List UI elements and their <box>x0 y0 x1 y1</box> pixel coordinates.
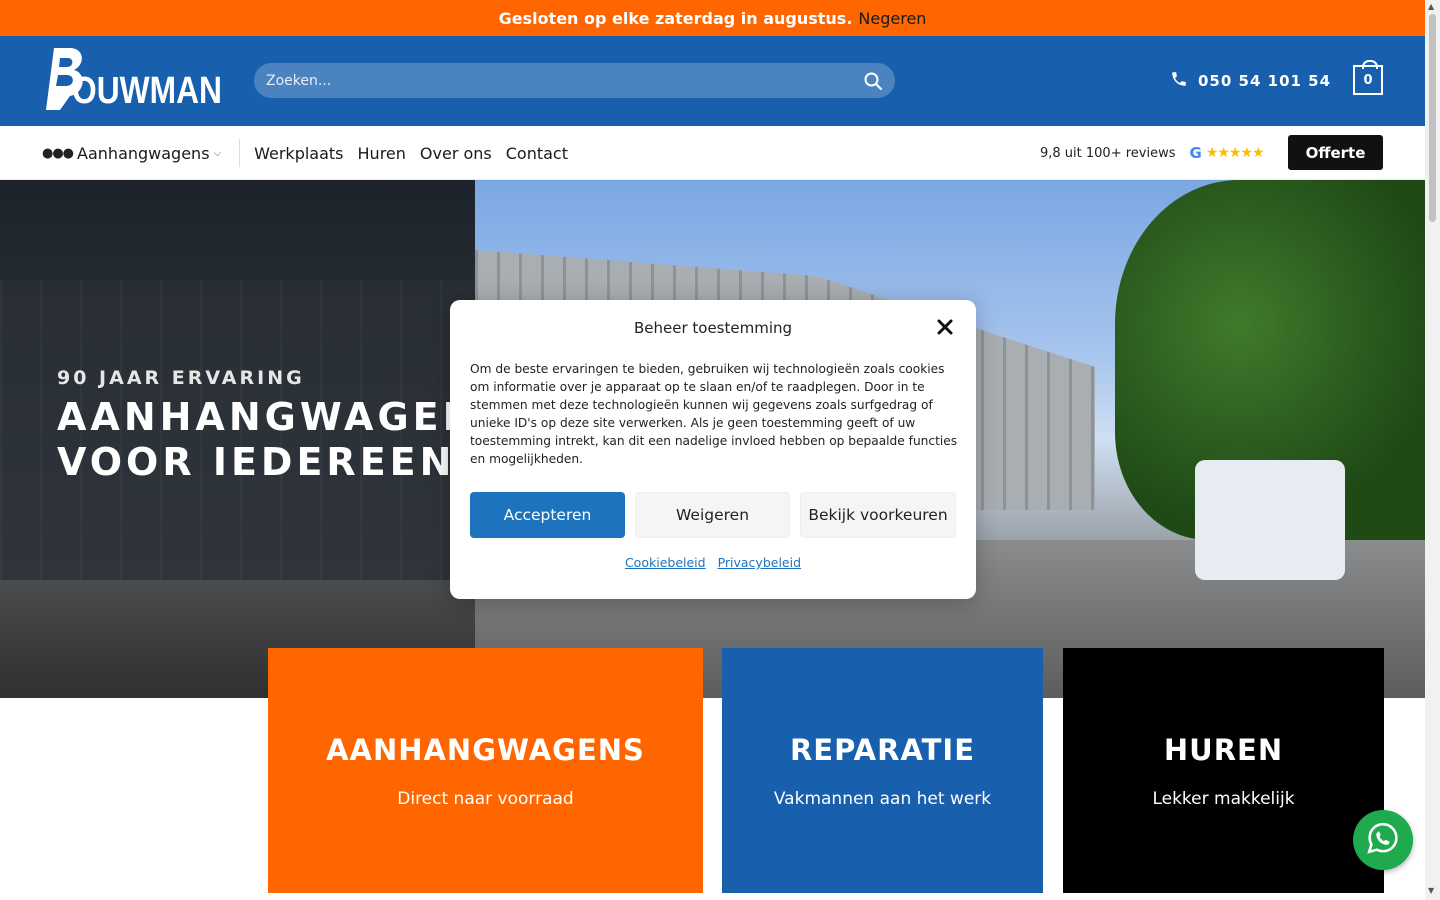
nav-item-huren[interactable]: Huren <box>358 144 406 163</box>
phone-number: 050 54 101 54 <box>1198 72 1332 90</box>
privacy-policy-link[interactable]: Privacybeleid <box>718 555 801 570</box>
announcement-bar: Gesloten op elke zaterdag in augustus. N… <box>0 0 1425 36</box>
category-title: AANHANGWAGENS <box>326 733 645 767</box>
phone-link[interactable]: 050 54 101 54 <box>1170 70 1331 92</box>
phone-icon <box>1170 70 1188 92</box>
cart-count: 0 <box>1363 72 1373 88</box>
page-scrollbar[interactable]: ▲ ▼ <box>1425 0 1440 900</box>
rating-stars: ★★★★★ <box>1205 145 1265 161</box>
hero-title-line2: VOOR IEDEREEN <box>57 440 456 484</box>
main-navigation: ●●● Aanhangwagens ⌵ Werkplaats Huren Ove… <box>0 126 1425 180</box>
category-card-aanhangwagens[interactable]: AANHANGWAGENS Direct naar voorraad <box>268 648 703 893</box>
hero-kicker: 90 JAAR ERVARING <box>57 367 305 389</box>
search-bar[interactable] <box>254 63 895 98</box>
cart-button[interactable]: 0 <box>1353 60 1383 95</box>
whatsapp-button[interactable] <box>1353 810 1413 870</box>
accept-button[interactable]: Accepteren <box>470 492 625 538</box>
dismiss-announcement-link[interactable]: Negeren <box>858 9 926 28</box>
cookie-consent-modal: Beheer toestemming Om de beste ervaringe… <box>450 300 976 599</box>
modal-title: Beheer toestemming <box>633 319 793 337</box>
scroll-down-icon[interactable]: ▼ <box>1428 886 1434 895</box>
announcement-message: Gesloten op elke zaterdag in augustus. <box>498 8 853 28</box>
cookie-policy-link[interactable]: Cookiebeleid <box>625 555 706 570</box>
google-icon: G <box>1189 144 1202 162</box>
category-subtitle: Direct naar voorraad <box>397 789 574 809</box>
whatsapp-icon <box>1366 821 1400 859</box>
category-card-huren[interactable]: HUREN Lekker makkelijk <box>1063 648 1384 893</box>
reviews-text: 9,8 uit 100+ reviews <box>1040 145 1176 161</box>
svg-text:OUWMAN: OUWMAN <box>72 70 222 112</box>
nav-menu: ●●● Aanhangwagens ⌵ Werkplaats Huren Ove… <box>42 126 582 180</box>
category-card-reparatie[interactable]: REPARATIE Vakmannen aan het werk <box>722 648 1043 893</box>
hero-title-line1: AANHANGWAGENS <box>57 395 510 439</box>
nav-item-werkplaats[interactable]: Werkplaats <box>254 144 343 163</box>
chevron-down-icon[interactable]: ⌵ <box>214 148 222 159</box>
hero-title: AANHANGWAGENS VOOR IEDEREEN <box>57 395 510 485</box>
scrollbar-thumb[interactable] <box>1429 14 1436 222</box>
nav-divider <box>239 139 241 167</box>
view-preferences-button[interactable]: Bekijk voorkeuren <box>800 492 956 538</box>
nav-item-over-ons[interactable]: Over ons <box>420 144 492 163</box>
search-icon[interactable] <box>863 71 883 91</box>
category-subtitle: Vakmannen aan het werk <box>773 789 992 809</box>
bouwman-logo[interactable]: OUWMAN <box>44 48 224 112</box>
category-title: REPARATIE <box>789 733 976 767</box>
category-title: HUREN <box>1163 733 1284 767</box>
close-icon[interactable] <box>935 317 955 337</box>
deny-button[interactable]: Weigeren <box>635 492 790 538</box>
nav-item-contact[interactable]: Contact <box>506 144 568 163</box>
policy-links: Cookiebeleid Privacybeleid <box>450 555 976 570</box>
nav-item-aanhangwagens[interactable]: Aanhangwagens <box>77 144 210 163</box>
search-input[interactable] <box>266 72 863 89</box>
hero-text: 90 JAAR ERVARING AANHANGWAGENS VOOR IEDE… <box>57 367 510 485</box>
site-header: OUWMAN 050 54 101 54 0 <box>0 36 1425 126</box>
modal-body-text: Om de beste ervaringen te bieden, gebrui… <box>470 362 958 466</box>
offerte-button[interactable]: Offerte <box>1288 135 1383 170</box>
menu-dots-icon: ●●● <box>42 145 74 161</box>
scroll-up-icon[interactable]: ▲ <box>1428 2 1434 11</box>
reviews-widget[interactable]: 9,8 uit 100+ reviews G ★★★★★ <box>1040 126 1265 180</box>
category-subtitle: Lekker makkelijk <box>1152 789 1295 809</box>
